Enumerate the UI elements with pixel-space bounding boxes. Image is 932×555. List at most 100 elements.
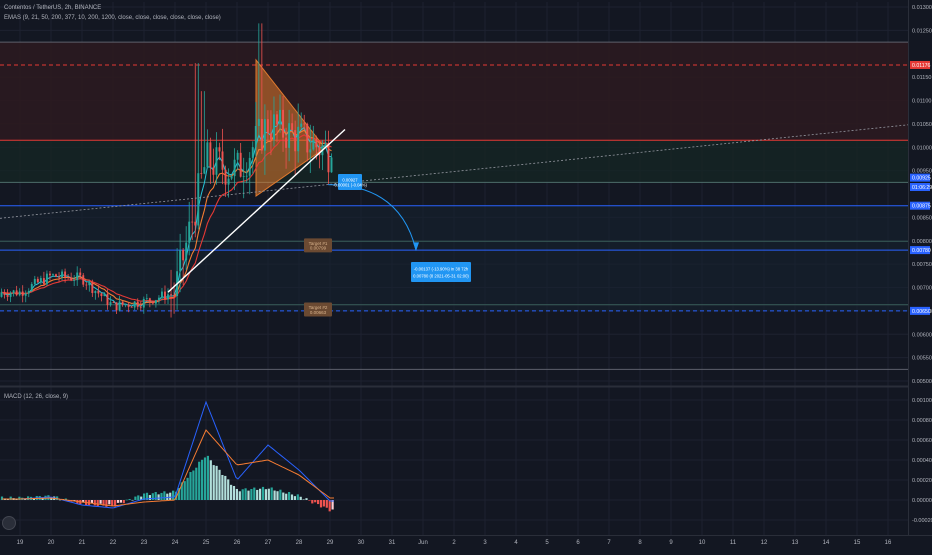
candle[interactable]	[248, 157, 251, 176]
candle[interactable]	[312, 139, 315, 150]
candle[interactable]	[139, 306, 142, 308]
candle[interactable]	[276, 114, 278, 125]
candle[interactable]	[245, 175, 248, 177]
candle[interactable]	[164, 291, 166, 300]
candle[interactable]	[130, 306, 133, 308]
candle[interactable]	[215, 147, 218, 175]
candle[interactable]	[160, 291, 163, 298]
candle[interactable]	[106, 294, 109, 306]
candle[interactable]	[327, 143, 330, 173]
candle[interactable]	[118, 301, 121, 311]
candle[interactable]	[112, 302, 115, 303]
candle[interactable]	[315, 139, 318, 148]
candle[interactable]	[272, 114, 275, 140]
projection-box[interactable]: -0.00137 (-13.90%) in 38 72h0.00780 (8 2…	[411, 262, 471, 282]
target2-label[interactable]: Target #20.00663	[304, 302, 332, 317]
candle[interactable]	[167, 294, 169, 300]
candle[interactable]	[115, 302, 118, 311]
candle[interactable]	[282, 109, 285, 138]
candle[interactable]	[52, 274, 54, 276]
candle[interactable]	[109, 302, 112, 306]
candle[interactable]	[100, 293, 103, 297]
candle[interactable]	[148, 298, 151, 302]
candle[interactable]	[97, 290, 100, 294]
candle[interactable]	[197, 173, 200, 226]
candle[interactable]	[103, 294, 106, 297]
candle[interactable]	[182, 249, 185, 261]
candle[interactable]	[21, 291, 24, 296]
candle[interactable]	[18, 291, 21, 296]
candle[interactable]	[221, 151, 224, 170]
candle[interactable]	[266, 119, 269, 134]
candle[interactable]	[191, 221, 194, 223]
candle[interactable]	[36, 278, 39, 283]
candle[interactable]	[157, 297, 160, 301]
candle[interactable]	[309, 149, 312, 153]
candle[interactable]	[263, 119, 266, 151]
candle[interactable]	[39, 278, 42, 283]
candle[interactable]	[82, 275, 85, 285]
candle[interactable]	[300, 123, 303, 127]
candle[interactable]	[185, 242, 188, 261]
candle[interactable]	[218, 147, 221, 152]
candle[interactable]	[0, 292, 3, 297]
candle[interactable]	[242, 176, 245, 178]
candle[interactable]	[45, 273, 48, 285]
candle[interactable]	[27, 291, 30, 294]
candle[interactable]	[200, 173, 203, 175]
candle[interactable]	[230, 176, 233, 179]
candle[interactable]	[67, 276, 70, 278]
candle[interactable]	[285, 137, 288, 148]
candle[interactable]	[257, 118, 260, 126]
candle[interactable]	[88, 282, 91, 286]
candle[interactable]	[254, 125, 257, 148]
candle[interactable]	[3, 292, 6, 296]
candle[interactable]	[85, 284, 88, 286]
candle[interactable]	[73, 280, 76, 281]
candle[interactable]	[64, 271, 67, 277]
candle[interactable]	[127, 304, 130, 307]
candle[interactable]	[151, 301, 154, 304]
candle[interactable]	[224, 169, 227, 185]
candle[interactable]	[91, 282, 94, 294]
target1-label[interactable]: Target #10.00799	[304, 238, 332, 253]
candle[interactable]	[303, 123, 306, 125]
candle[interactable]	[70, 277, 73, 281]
candle[interactable]	[330, 157, 333, 173]
tradingview-flag-icon[interactable]	[2, 516, 16, 530]
candle[interactable]	[294, 130, 297, 152]
candle[interactable]	[9, 293, 12, 297]
candle[interactable]	[233, 159, 236, 177]
candle[interactable]	[154, 300, 157, 304]
candle[interactable]	[269, 133, 272, 140]
candle[interactable]	[188, 221, 191, 243]
candle[interactable]	[291, 123, 294, 131]
candle[interactable]	[212, 167, 215, 175]
candle[interactable]	[239, 152, 242, 177]
candle[interactable]	[194, 221, 197, 226]
candle[interactable]	[58, 276, 61, 278]
candle[interactable]	[227, 178, 230, 185]
candle[interactable]	[145, 298, 148, 300]
chart-area[interactable]: Target #1 0.00799 Target #2 0.00663 0.00927-…	[0, 0, 932, 550]
candle[interactable]	[48, 273, 51, 276]
candle[interactable]	[170, 294, 173, 296]
candle[interactable]	[79, 272, 82, 276]
candle[interactable]	[179, 249, 182, 272]
candle[interactable]	[324, 143, 327, 146]
candle[interactable]	[297, 126, 300, 152]
candle[interactable]	[260, 118, 263, 151]
candle[interactable]	[209, 142, 212, 168]
candle[interactable]	[133, 301, 136, 308]
candle[interactable]	[306, 123, 309, 153]
candle[interactable]	[94, 290, 97, 294]
candle[interactable]	[61, 271, 64, 278]
candle[interactable]	[15, 290, 18, 296]
candle[interactable]	[279, 109, 281, 125]
candle[interactable]	[33, 278, 36, 285]
candle[interactable]	[121, 301, 124, 305]
candle[interactable]	[288, 123, 291, 148]
candle[interactable]	[24, 293, 27, 296]
candle[interactable]	[30, 284, 33, 292]
candle[interactable]	[136, 301, 139, 307]
